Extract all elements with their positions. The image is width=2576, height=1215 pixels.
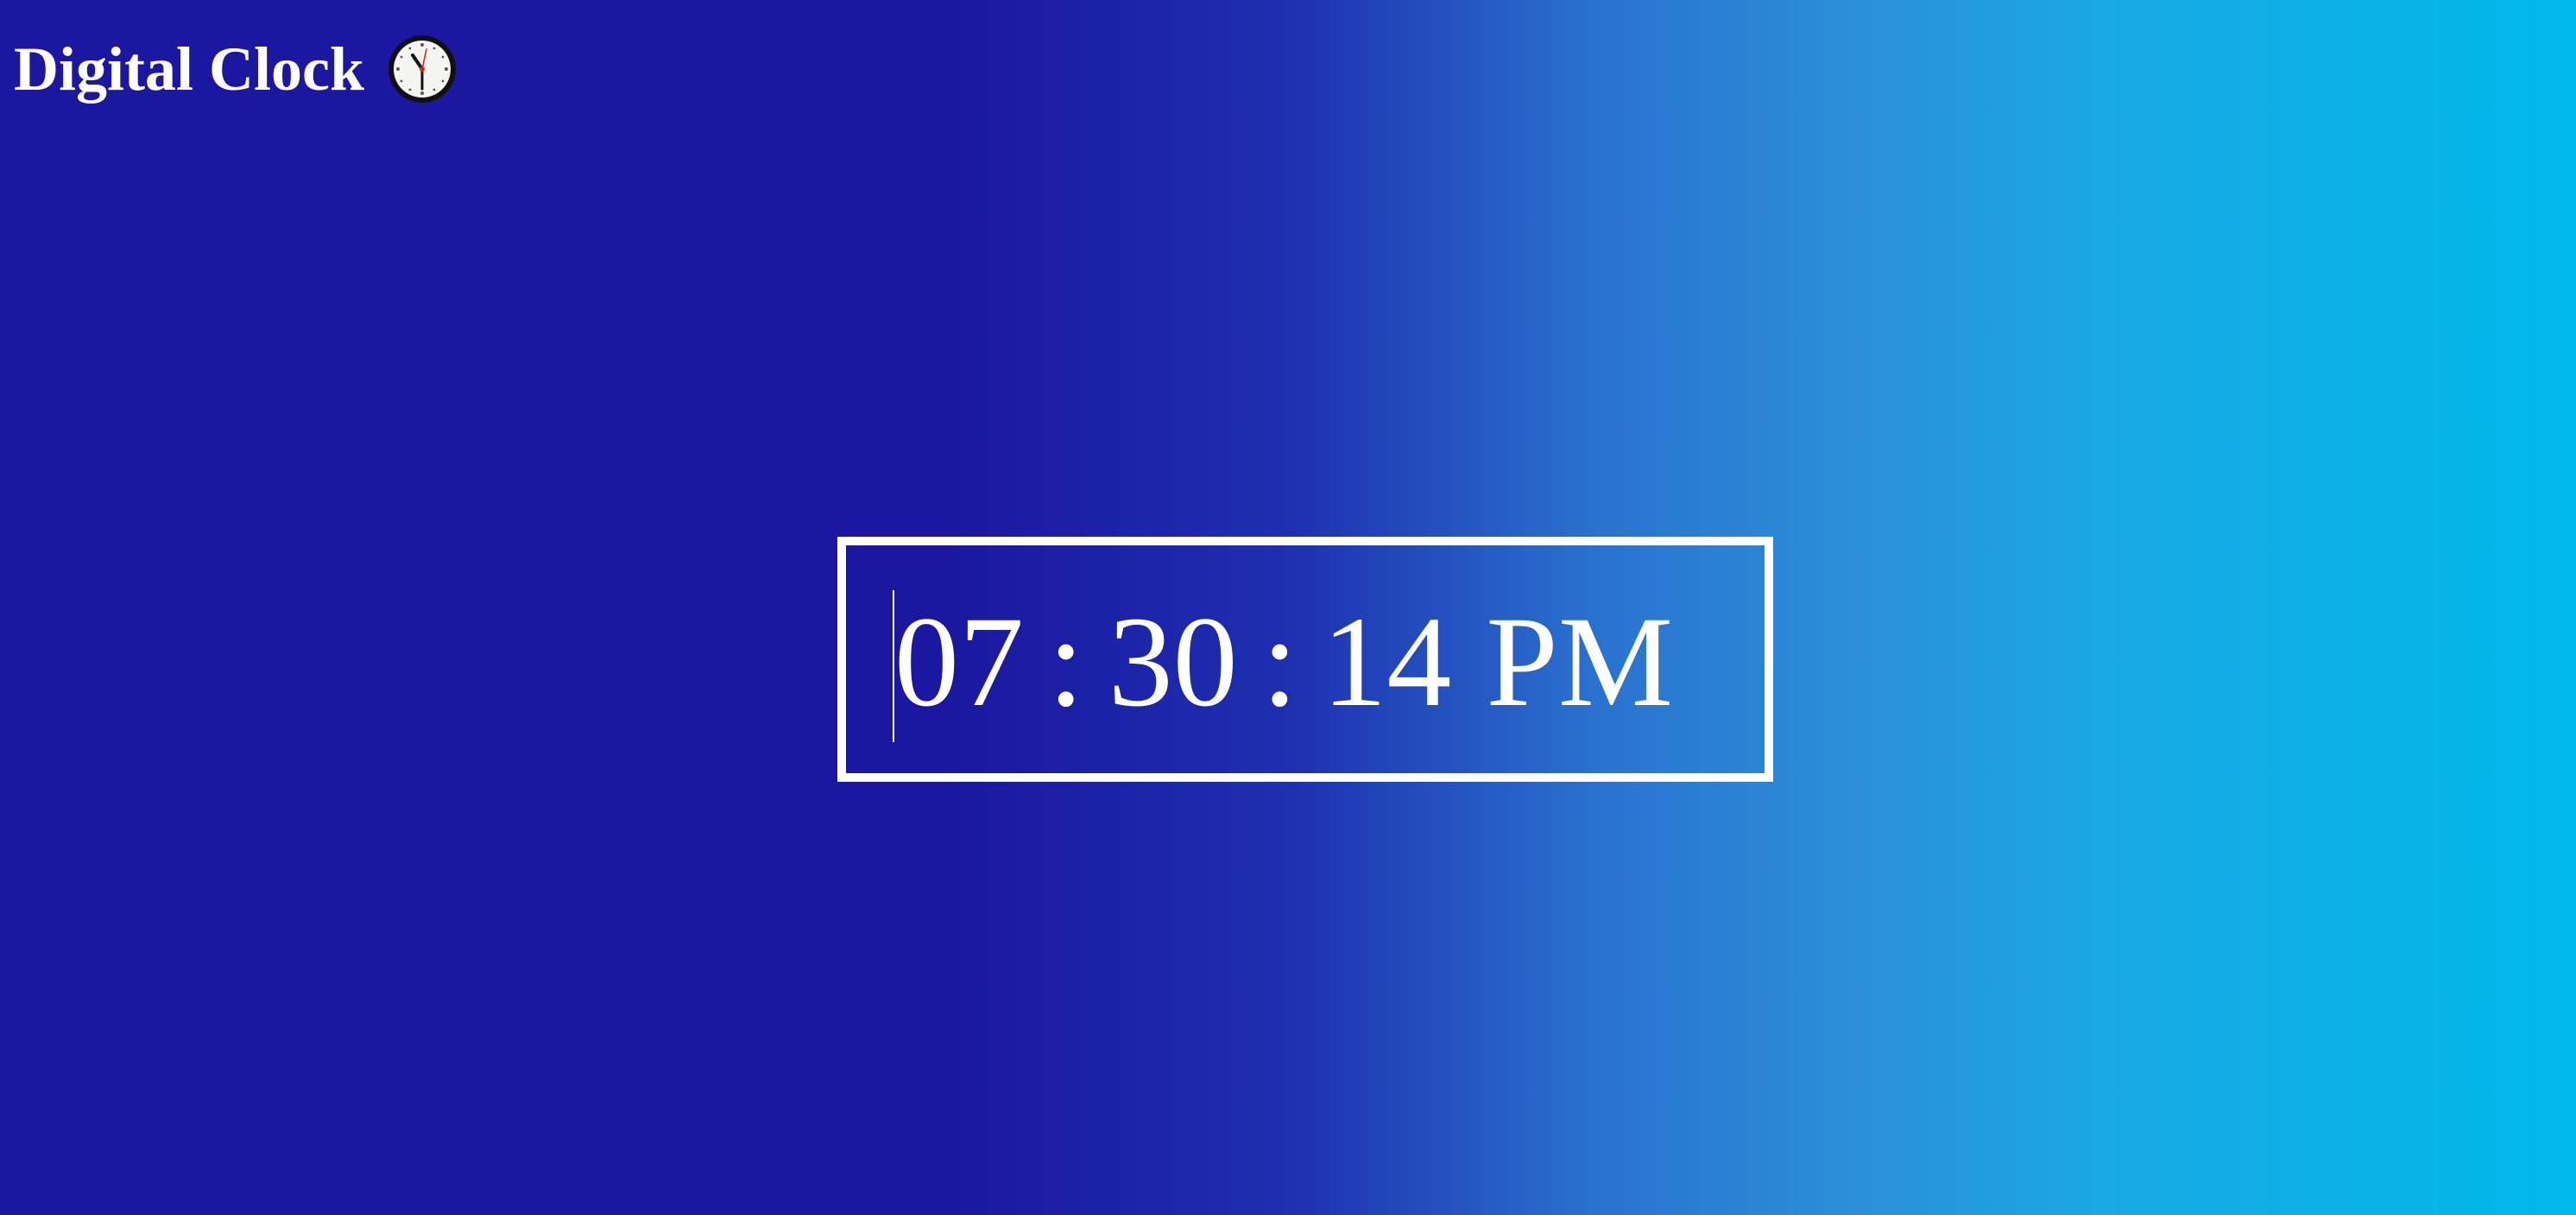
- app-title: Digital Clock: [14, 35, 364, 104]
- time-display[interactable]: 07 : 30 : 14 PM: [894, 580, 1758, 744]
- hours-minutes-separator: :: [1048, 590, 1084, 733]
- wall-clock-icon: [387, 34, 458, 104]
- minutes-value: 30: [1108, 590, 1238, 733]
- hours-value: 07: [894, 590, 1024, 733]
- minutes-seconds-separator: :: [1261, 590, 1298, 733]
- app-header: Digital Clock: [14, 26, 458, 112]
- clock-display-box: 07 : 30 : 14 PM: [837, 537, 1773, 782]
- seconds-value: 14: [1322, 590, 1452, 733]
- meridiem-label: PM: [1486, 590, 1674, 733]
